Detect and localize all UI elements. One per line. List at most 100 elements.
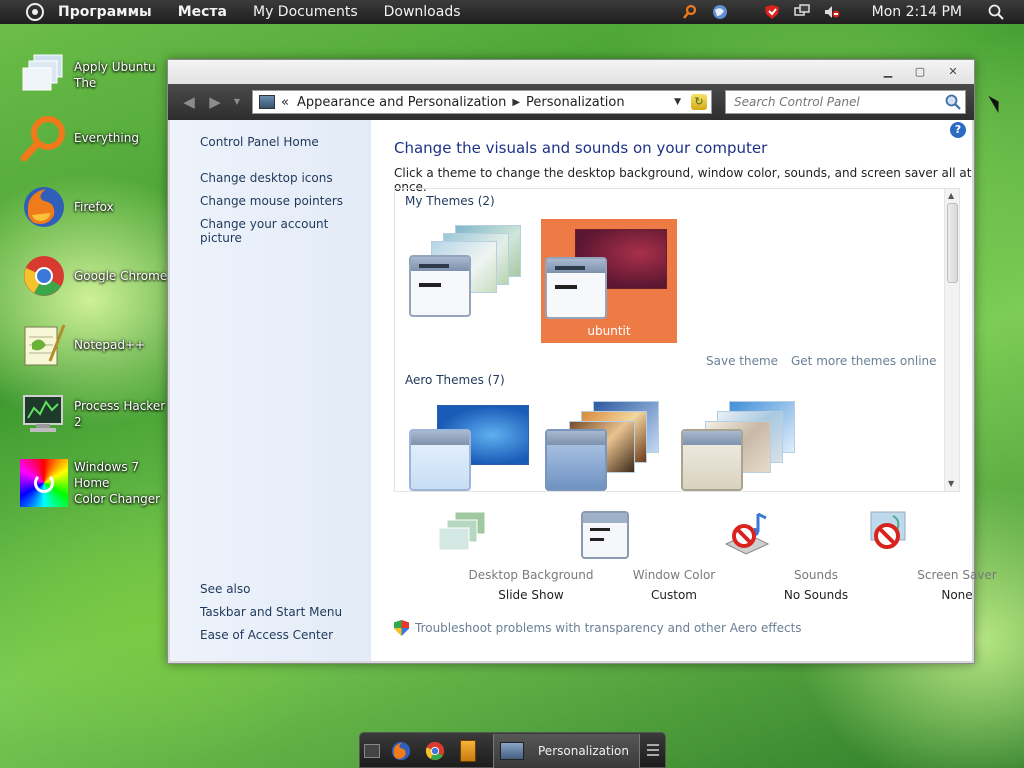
desktop-icon-notepad-plus[interactable]: Notepad++ bbox=[20, 320, 170, 370]
forward-arrow-icon[interactable]: ▶ bbox=[206, 93, 224, 111]
window-color-button[interactable]: Window Color Custom bbox=[534, 510, 715, 610]
screen-saver-button[interactable]: Screen Saver None bbox=[817, 510, 997, 610]
theme-window-preview bbox=[409, 255, 471, 317]
ubuntu-logo-icon[interactable] bbox=[26, 3, 44, 21]
firefox-icon bbox=[24, 187, 64, 227]
search-icon[interactable] bbox=[945, 94, 961, 110]
show-desktop-icon[interactable] bbox=[364, 744, 380, 758]
taskbar-item-label: Personalization bbox=[538, 744, 629, 758]
label-line-2: Color Changer bbox=[74, 492, 161, 506]
desktop-icon-google-chrome[interactable]: Google Chrome bbox=[20, 251, 170, 301]
color-wheel-icon bbox=[20, 459, 68, 507]
sidebar: Control Panel Home Change desktop icons … bbox=[170, 120, 371, 661]
dock-menu-icon[interactable] bbox=[647, 744, 659, 756]
navigation-bar: ◀ ▶ ▼ « Appearance and Personalization ▶… bbox=[168, 84, 974, 120]
sidebar-taskbar-start-menu[interactable]: Taskbar and Start Menu bbox=[200, 605, 342, 619]
desktop-icon-color-changer[interactable]: Windows 7 Home Color Changer bbox=[20, 458, 170, 508]
menu-programs[interactable]: Программы bbox=[58, 4, 152, 20]
see-also-heading: See also bbox=[200, 582, 251, 596]
search-box[interactable] bbox=[725, 90, 966, 114]
scroll-thumb[interactable] bbox=[947, 203, 958, 283]
setting-name: Screen Saver bbox=[917, 568, 997, 582]
aero-theme-tile[interactable] bbox=[541, 399, 677, 491]
desktop-icon-everything[interactable]: Everything bbox=[20, 113, 170, 163]
desktop-icon-label: Windows 7 Home Color Changer bbox=[74, 459, 170, 507]
recent-pages-chevron-icon[interactable]: ▼ bbox=[228, 93, 246, 111]
close-icon[interactable]: ✕ bbox=[946, 65, 960, 79]
shield-tray-icon[interactable] bbox=[764, 4, 780, 20]
desktop-icon-label: Google Chrome bbox=[74, 269, 168, 283]
notepad-icon bbox=[24, 324, 66, 366]
troubleshoot-text: Troubleshoot problems with transparency … bbox=[415, 621, 802, 635]
my-themes-heading: My Themes (2) bbox=[405, 194, 495, 208]
save-theme-link[interactable]: Save theme bbox=[706, 354, 778, 368]
desktop-icon-process-hacker[interactable]: Process Hacker 2 bbox=[20, 389, 170, 439]
page-title: Change the visuals and sounds on your co… bbox=[394, 139, 768, 157]
control-panel-icon bbox=[259, 95, 275, 109]
sidebar-ease-of-access[interactable]: Ease of Access Center bbox=[200, 628, 333, 642]
windows-stack-icon bbox=[22, 54, 63, 91]
window-titlebar[interactable]: ▁ ▢ ✕ bbox=[168, 60, 974, 84]
uac-shield-icon bbox=[394, 620, 409, 636]
desktop-icon-label: Everything bbox=[74, 131, 139, 145]
refresh-icon[interactable]: ↻ bbox=[691, 94, 707, 110]
troubleshoot-link[interactable]: Troubleshoot problems with transparency … bbox=[394, 620, 802, 636]
clock[interactable]: Mon 2:14 PM bbox=[872, 4, 962, 20]
desktop-background-button[interactable]: Desktop Background Slide Show bbox=[391, 510, 593, 610]
magnifier-icon bbox=[20, 116, 65, 162]
address-bar[interactable]: « Appearance and Personalization ▶ Perso… bbox=[252, 90, 712, 114]
menu-places[interactable]: Места bbox=[178, 4, 227, 20]
theme-window-preview bbox=[409, 429, 471, 491]
volume-icon[interactable] bbox=[824, 4, 840, 20]
desktop-icon-firefox[interactable]: Firefox bbox=[20, 182, 170, 232]
back-arrow-icon[interactable]: ◀ bbox=[180, 93, 198, 111]
aero-theme-tile[interactable] bbox=[677, 399, 813, 491]
firefox-icon[interactable] bbox=[390, 740, 412, 762]
aero-themes-heading: Aero Themes (7) bbox=[405, 373, 505, 387]
sounds-button[interactable]: Sounds No Sounds bbox=[676, 510, 848, 610]
breadcrumb-separator-icon[interactable]: ▶ bbox=[512, 97, 520, 108]
chrome-icon bbox=[24, 256, 64, 296]
theme-tile[interactable] bbox=[405, 219, 541, 343]
monitor-icon bbox=[23, 395, 63, 432]
menu-my-documents[interactable]: My Documents bbox=[253, 4, 358, 20]
theme-window-preview bbox=[545, 429, 607, 491]
sidebar-control-panel-home[interactable]: Control Panel Home bbox=[200, 135, 319, 149]
globe-icon[interactable] bbox=[712, 4, 728, 20]
theme-name: ubuntit bbox=[587, 324, 631, 338]
file-manager-icon[interactable] bbox=[460, 740, 476, 762]
window-body: Control Panel Home Change desktop icons … bbox=[170, 120, 997, 661]
setting-value: None bbox=[941, 588, 973, 602]
help-icon[interactable]: ? bbox=[950, 122, 966, 138]
desktop-icon-label: Apply Ubuntu The bbox=[74, 60, 156, 90]
scroll-down-icon[interactable]: ▼ bbox=[948, 479, 954, 488]
sidebar-change-mouse-pointers[interactable]: Change mouse pointers bbox=[200, 194, 343, 208]
main-content: ? Change the visuals and sounds on your … bbox=[371, 120, 997, 661]
maximize-icon[interactable]: ▢ bbox=[913, 65, 927, 79]
screen-saver-icon bbox=[870, 511, 906, 549]
breadcrumb-prefix: « bbox=[281, 94, 289, 110]
network-icon[interactable] bbox=[793, 4, 810, 20]
desktop-icon-label: Firefox bbox=[74, 200, 114, 214]
address-dropdown-icon[interactable]: ▼ bbox=[674, 97, 681, 107]
personalization-window: ▁ ▢ ✕ ◀ ▶ ▼ « Appearance and Personaliza… bbox=[167, 59, 997, 664]
breadcrumb-personalization[interactable]: Personalization bbox=[526, 95, 625, 110]
aero-theme-tile[interactable] bbox=[405, 399, 541, 491]
scroll-up-icon[interactable]: ▲ bbox=[948, 191, 954, 200]
chrome-icon[interactable] bbox=[424, 740, 446, 762]
taskbar-item-personalization[interactable]: Personalization bbox=[493, 734, 640, 768]
menu-downloads[interactable]: Downloads bbox=[384, 4, 461, 20]
desktop-icon-apply-ubuntu-theme[interactable]: Apply Ubuntu The bbox=[20, 50, 170, 100]
theme-tile-ubuntit[interactable]: ubuntit bbox=[541, 219, 677, 343]
minimize-icon[interactable]: ▁ bbox=[881, 65, 895, 79]
panel-search-icon[interactable] bbox=[988, 4, 1004, 20]
themes-scrollbar[interactable]: ▲ ▼ bbox=[944, 189, 959, 491]
search-tray-icon[interactable] bbox=[682, 4, 698, 20]
get-more-themes-link[interactable]: Get more themes online bbox=[791, 354, 937, 368]
breadcrumb-appearance[interactable]: Appearance and Personalization bbox=[297, 95, 506, 110]
search-input[interactable] bbox=[734, 95, 944, 109]
sidebar-change-account-picture[interactable]: Change your account picture bbox=[200, 217, 371, 245]
system-tray: Mon 2:14 PM bbox=[682, 0, 1024, 24]
dock-taskbar: Personalization bbox=[359, 732, 666, 768]
sidebar-change-desktop-icons[interactable]: Change desktop icons bbox=[200, 171, 333, 185]
